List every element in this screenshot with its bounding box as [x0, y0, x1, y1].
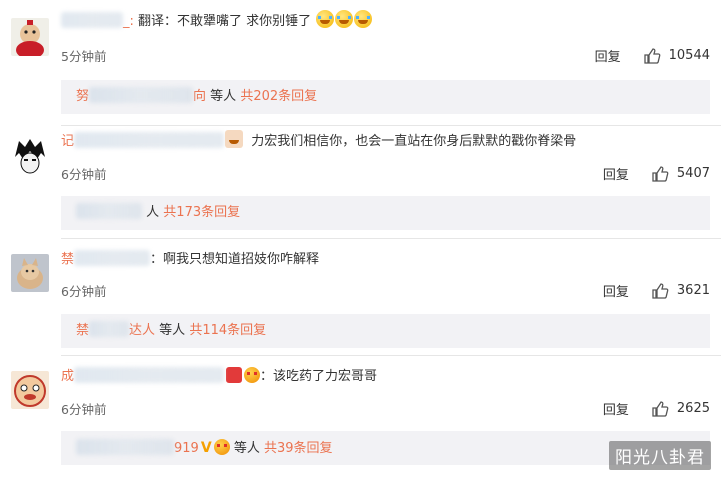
blurred-username: [74, 250, 151, 266]
blurred-username: [74, 132, 225, 148]
timestamp: 5分钟前: [61, 49, 107, 64]
blurred-username: [74, 367, 225, 383]
thumbs-up-icon: [652, 165, 669, 182]
comment-actions: 回复 5407: [603, 164, 710, 183]
divider: [61, 238, 721, 239]
reply-button[interactable]: 回复: [603, 399, 629, 418]
crying-emoji-icon: [335, 10, 354, 28]
username[interactable]: 成: [61, 369, 74, 384]
reply-others: 人: [146, 205, 160, 220]
fan-badge-icon: [244, 367, 261, 383]
divider: [61, 125, 721, 126]
thumbs-up-icon: [652, 282, 669, 299]
view-replies-link[interactable]: 共114条回复: [189, 323, 266, 338]
badge-icon: [226, 367, 243, 383]
timestamp: 6分钟前: [61, 402, 107, 417]
reply-button[interactable]: 回复: [603, 281, 629, 300]
view-replies-link[interactable]: 共202条回复: [240, 89, 317, 104]
like-count: 5407: [676, 166, 710, 181]
like-count: 3621: [676, 283, 710, 298]
watermark: 阳光八卦君: [609, 441, 711, 470]
crying-emoji-icon: [354, 10, 373, 28]
thumbs-up-icon: [643, 47, 661, 64]
avatar[interactable]: [11, 137, 49, 175]
comment-text-line: 成：该吃药了力宏哥哥: [61, 367, 378, 384]
avatar[interactable]: [11, 254, 49, 292]
blurred-username: [76, 203, 142, 219]
username[interactable]: 记: [61, 134, 74, 149]
comment-text: 啊我只想知道招妓你咋解释: [163, 252, 320, 267]
comment-item: _: 翻译：不敢犟嘴了 求你别锤了 5分钟前 回复 10544 努向 等人 共2…: [0, 8, 721, 118]
reply-username[interactable]: 努: [76, 89, 89, 104]
comment-text: 力宏我们相信你，也会一直站在你身后默默的戳你脊梁骨: [251, 134, 577, 149]
fan-badge-icon: [213, 439, 230, 455]
timestamp: 6分钟前: [61, 167, 107, 182]
avatar[interactable]: [11, 371, 49, 409]
timestamp: 6分钟前: [61, 284, 107, 299]
reply-summary[interactable]: 努向 等人 共202条回复: [61, 80, 710, 114]
reply-button[interactable]: 回复: [603, 164, 629, 183]
username[interactable]: _:: [123, 14, 134, 29]
blurred-username: [61, 12, 123, 28]
comment-text-line: _: 翻译：不敢犟嘴了 求你别锤了: [61, 10, 373, 29]
username[interactable]: 禁: [61, 252, 74, 267]
comment-item: 记 力宏我们相信你，也会一直站在你身后默默的戳你脊梁骨 6分钟前 回复 5407…: [0, 128, 721, 238]
reply-summary[interactable]: 禁达人 等人 共114条回复: [61, 314, 710, 348]
like-button[interactable]: 5407: [651, 165, 710, 183]
comment-text: 翻译：不敢犟嘴了 求你别锤了: [138, 14, 312, 29]
vip-icon: V: [200, 440, 212, 456]
comment-item: 禁：啊我只想知道招妓你咋解释 6分钟前 回复 3621 禁达人 等人 共114条…: [0, 246, 721, 356]
like-count: 10544: [668, 48, 710, 63]
comment-text-line: 禁：啊我只想知道招妓你咋解释: [61, 250, 320, 267]
like-button[interactable]: 3621: [651, 282, 710, 300]
like-button[interactable]: 10544: [643, 47, 710, 65]
reply-others: 等人: [233, 441, 260, 456]
reply-button[interactable]: 回复: [595, 46, 621, 65]
blurred-username: [89, 87, 194, 103]
comment-actions: 回复 3621: [603, 281, 710, 300]
reply-summary[interactable]: 人 共173条回复: [61, 196, 710, 230]
view-replies-link[interactable]: 共173条回复: [163, 205, 240, 220]
comment-text-line: 记 力宏我们相信你，也会一直站在你身后默默的戳你脊梁骨: [61, 130, 576, 149]
emoji-icon: [225, 130, 244, 148]
comment-actions: 回复 2625: [603, 399, 710, 418]
reply-others: 等人: [159, 323, 186, 338]
crying-emoji-icon: [316, 10, 335, 28]
blurred-username: [76, 439, 174, 455]
reply-others: 等人: [210, 89, 237, 104]
blurred-username: [89, 321, 130, 337]
comment-text: 该吃药了力宏哥哥: [273, 369, 378, 384]
comment-actions: 回复 10544: [595, 46, 710, 65]
reply-username[interactable]: 禁: [76, 323, 89, 338]
avatar[interactable]: [11, 18, 49, 56]
like-button[interactable]: 2625: [651, 400, 710, 418]
view-replies-link[interactable]: 共39条回复: [264, 441, 333, 456]
thumbs-up-icon: [652, 400, 669, 417]
divider: [61, 355, 721, 356]
like-count: 2625: [676, 401, 710, 416]
